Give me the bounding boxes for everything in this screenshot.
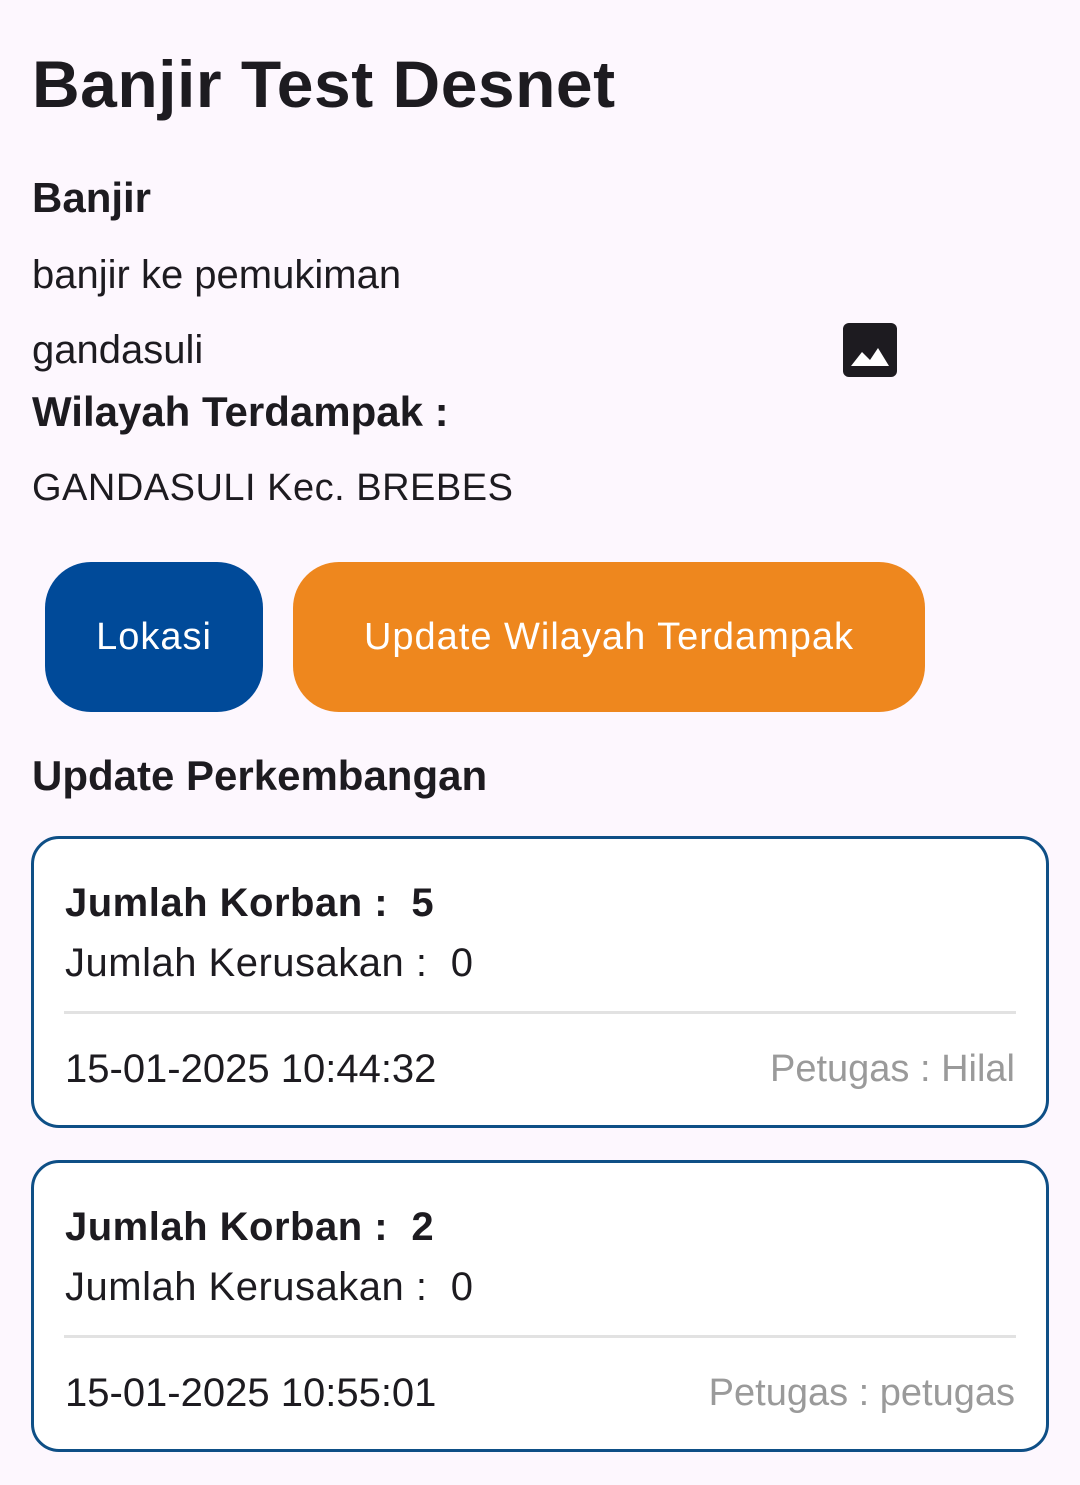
event-description: banjir ke pemukiman (32, 253, 402, 297)
victims-label: Jumlah Korban : (65, 1205, 389, 1249)
damage-value: 0 (450, 1265, 474, 1309)
page-title: Banjir Test Desnet (32, 47, 616, 121)
update-card: Jumlah Korban : 2 Jumlah Kerusakan : 0 1… (31, 1160, 1049, 1452)
update-timestamp: 15-01-2025 10:44:32 (65, 1047, 437, 1091)
card-divider (64, 1011, 1016, 1014)
location-button-label: Lokasi (96, 615, 212, 658)
image-icon[interactable] (842, 322, 898, 378)
affected-area-label: Wilayah Terdampak : (32, 388, 449, 435)
victims-value: 2 (411, 1205, 435, 1249)
image-icon-graphic (843, 323, 897, 377)
disaster-detail-page: Banjir Test Desnet Banjir banjir ke pemu… (0, 0, 1080, 1485)
victims-value: 5 (411, 881, 435, 925)
update-officer: Petugas : Hilal (769, 1048, 1015, 1090)
victims-count: Jumlah Korban : 5 (65, 879, 434, 927)
update-affected-area-button[interactable]: Update Wilayah Terdampak (293, 562, 925, 712)
damage-label: Jumlah Kerusakan : (65, 941, 428, 985)
update-affected-area-button-label: Update Wilayah Terdampak (363, 615, 855, 658)
victims-label: Jumlah Korban : (65, 881, 389, 925)
update-officer: Petugas : petugas (708, 1372, 1015, 1414)
updates-section-title: Update Perkembangan (32, 752, 488, 799)
location-button[interactable]: Lokasi (45, 562, 263, 712)
damage-value: 0 (450, 941, 474, 985)
event-type: Banjir (32, 174, 152, 221)
damage-count: Jumlah Kerusakan : 0 (65, 939, 474, 987)
affected-area-value: GANDASULI Kec. BREBES (32, 467, 514, 509)
damage-label: Jumlah Kerusakan : (65, 1265, 428, 1309)
event-location: gandasuli (32, 328, 204, 372)
card-divider (64, 1335, 1016, 1338)
victims-count: Jumlah Korban : 2 (65, 1203, 434, 1251)
update-card: Jumlah Korban : 5 Jumlah Kerusakan : 0 1… (31, 836, 1049, 1128)
update-timestamp: 15-01-2025 10:55:01 (65, 1371, 437, 1415)
damage-count: Jumlah Kerusakan : 0 (65, 1263, 474, 1311)
